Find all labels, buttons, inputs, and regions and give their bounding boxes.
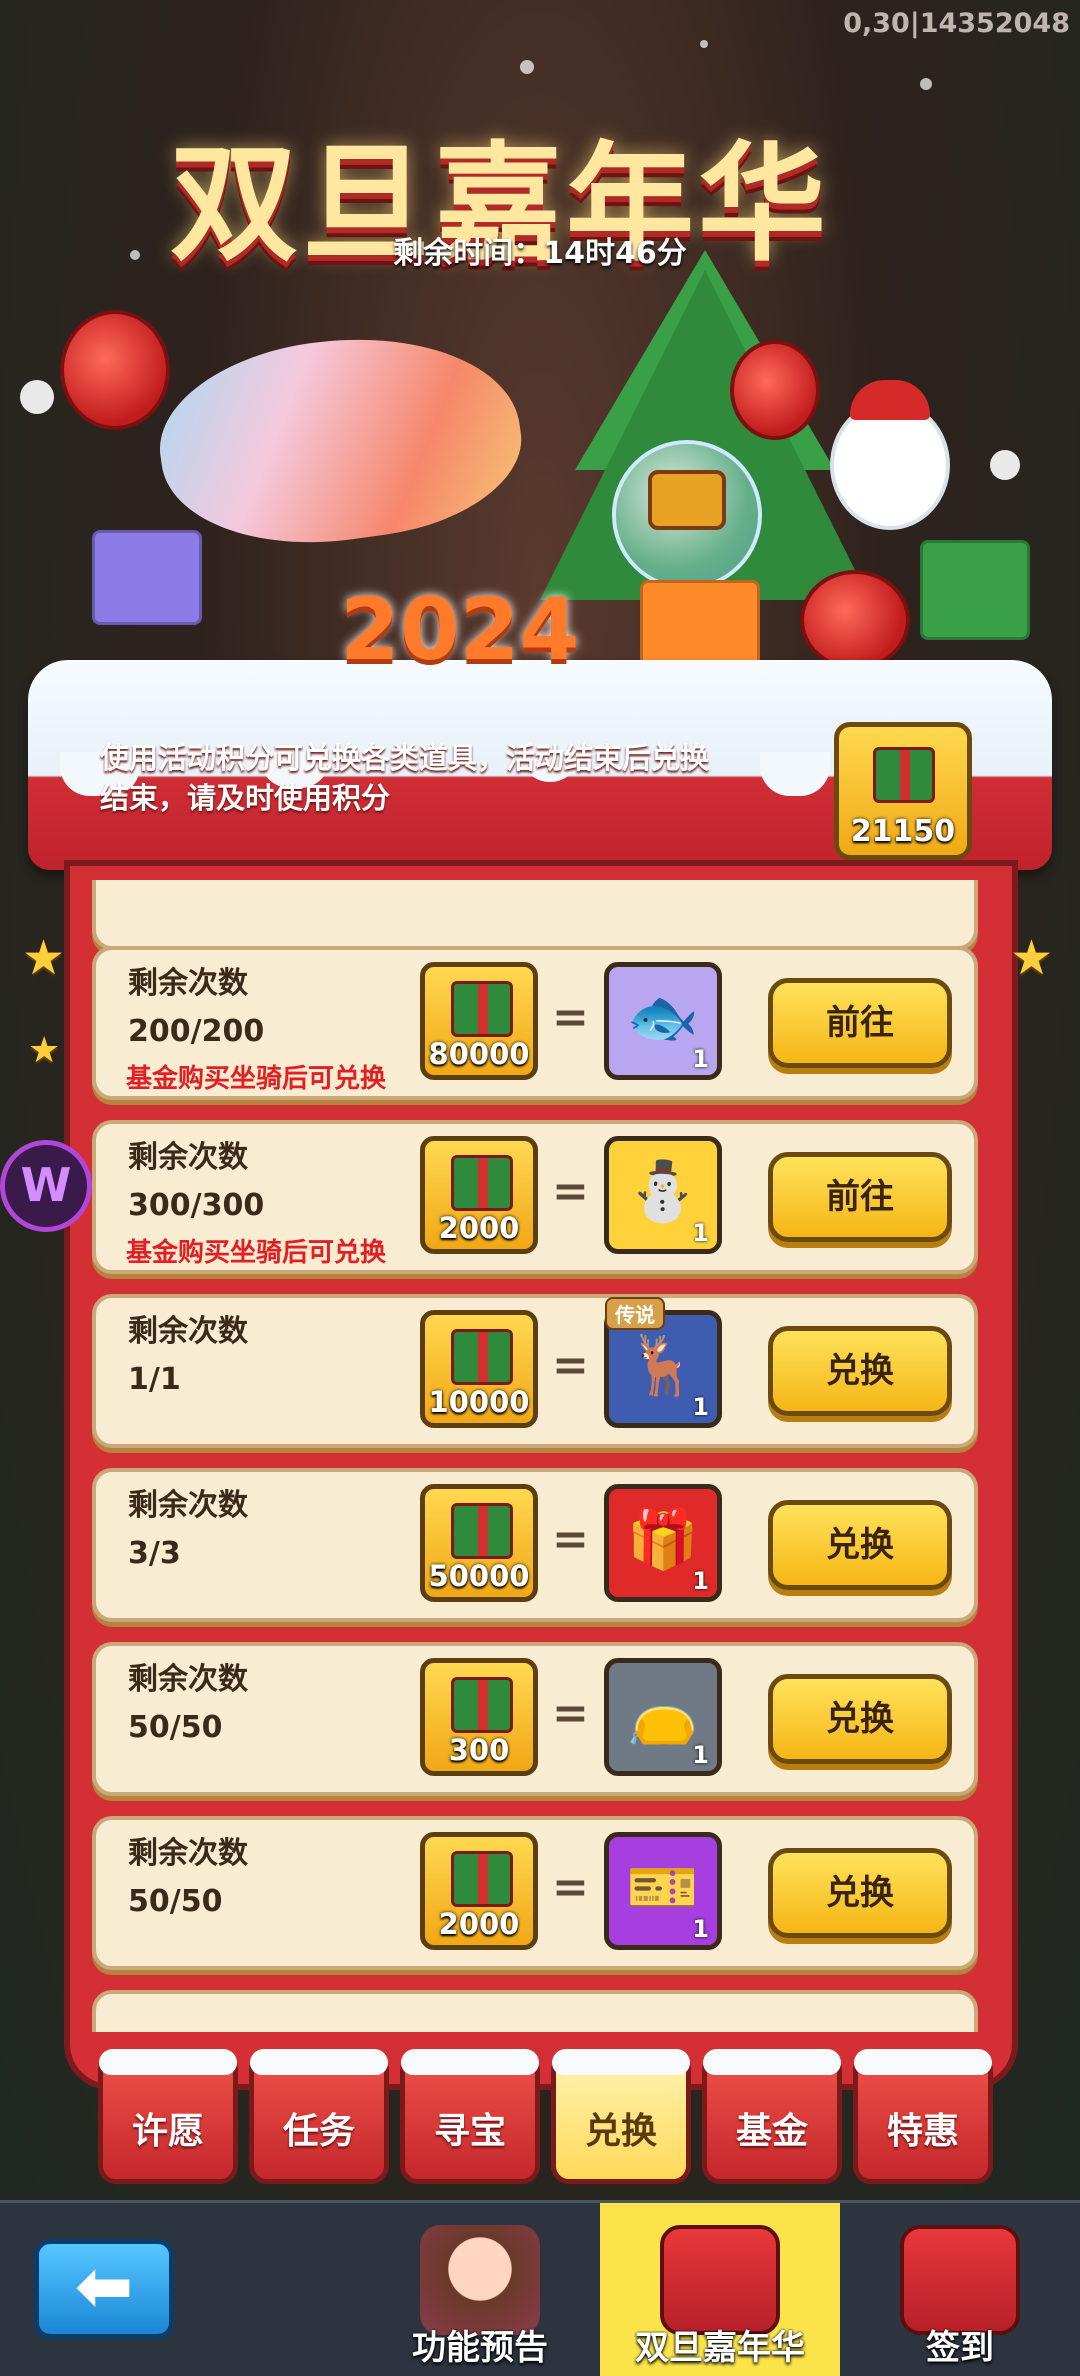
list-item: 剩余次数 50/50 300 = 👝 1 兑换: [92, 1642, 978, 1796]
points-gift-icon: [451, 1851, 513, 1907]
star-icon: ★: [1010, 930, 1054, 986]
list-item-partial: [92, 880, 978, 950]
equals-sign: =: [552, 1688, 589, 1739]
remaining-count: 剩余次数 1/1: [128, 1314, 248, 1397]
equals-sign: =: [552, 1514, 589, 1565]
exchange-button[interactable]: 兑换: [768, 1674, 952, 1764]
bottom-nav: ⬅ 功能预告 双旦嘉年华 签到: [0, 2200, 1080, 2376]
goto-button[interactable]: 前往: [768, 978, 952, 1068]
equals-sign: =: [552, 1166, 589, 1217]
fish-mount-icon[interactable]: 🐟 1: [604, 962, 722, 1080]
gift-box-icon: [920, 540, 1030, 640]
list-item-partial: [92, 1990, 978, 2032]
cost-points: 80000: [420, 962, 538, 1080]
year-2024-logo: 2024: [340, 580, 580, 680]
list-item: 剩余次数 50/50 2000 = 🎫 1 兑换: [92, 1816, 978, 1970]
signin-2024-icon: [900, 2225, 1020, 2335]
lantern-icon: [730, 340, 820, 440]
remaining-count: 剩余次数 3/3: [128, 1488, 248, 1571]
points-gift-icon: [873, 747, 935, 803]
nav-carnival[interactable]: 双旦嘉年华: [600, 2203, 840, 2376]
cost-points: 2000: [420, 1832, 538, 1950]
exchange-list[interactable]: 剩余次数 200/200 基金购买坐骑后可兑换 80000 = 🐟 1 前往 剩余次…: [92, 880, 978, 2032]
treasure-chest-icon: [648, 470, 726, 530]
points-gift-icon: [451, 1329, 513, 1385]
reindeer-sleigh-icon[interactable]: 🦌 传说 1: [604, 1297, 722, 1428]
carnival-2024-icon: [660, 2225, 780, 2335]
version-text: 0,30|14352048: [843, 8, 1070, 39]
remaining-time: 剩余时间：14时46分: [393, 236, 687, 271]
snowman-mount-icon[interactable]: ⛄ 1: [604, 1136, 722, 1254]
cost-points: 10000: [420, 1310, 538, 1428]
equals-sign: =: [552, 992, 589, 1043]
nav-feature-preview[interactable]: 功能预告: [380, 2203, 580, 2376]
exchange-button[interactable]: 兑换: [768, 1326, 952, 1416]
gift-box-icon: [92, 530, 202, 625]
list-item: 剩余次数 200/200 基金购买坐骑后可兑换 80000 = 🐟 1 前往: [92, 946, 978, 1100]
star-icon: ★: [28, 1030, 61, 1071]
category-tabs: 许愿 任务 寻宝 兑换 基金 特惠: [90, 2049, 1010, 2192]
equals-sign: =: [552, 1340, 589, 1391]
goto-button[interactable]: 前往: [768, 1152, 952, 1242]
tab-special[interactable]: 特惠: [853, 2049, 993, 2184]
remaining-count: 剩余次数 50/50: [128, 1662, 248, 1745]
w-floating-logo[interactable]: W: [0, 1140, 92, 1232]
lantern-icon: [800, 570, 910, 670]
tab-tasks[interactable]: 任务: [249, 2049, 389, 2184]
remaining-count: 剩余次数 300/300: [128, 1140, 265, 1223]
gift-box-icon: [640, 580, 760, 670]
cost-points: 50000: [420, 1484, 538, 1602]
tab-fund[interactable]: 基金: [702, 2049, 842, 2184]
legendary-badge: 传说: [605, 1297, 665, 1330]
gift-box-icon[interactable]: 🎁 1: [604, 1484, 722, 1602]
event-info-text: 使用活动积分可兑换各类道具，活动结束后兑换结束，请及时使用积分: [100, 741, 710, 815]
tab-wish[interactable]: 许愿: [98, 2049, 238, 2184]
list-item: 剩余次数 1/1 10000 = 🦌 传说 1 兑换: [92, 1294, 978, 1448]
points-gift-icon: [451, 981, 513, 1037]
nav-signin[interactable]: 签到: [860, 2203, 1060, 2376]
list-item: 剩余次数 3/3 50000 = 🎁 1 兑换: [92, 1468, 978, 1622]
points-gift-icon: [451, 1155, 513, 1211]
lantern-icon: [60, 310, 170, 430]
exchange-condition: 基金购买坐骑后可兑换: [126, 1238, 387, 1268]
points-value: 21150: [850, 814, 956, 849]
remaining-count: 剩余次数 200/200: [128, 966, 265, 1049]
points-gift-icon: [451, 1503, 513, 1559]
tab-treasure[interactable]: 寻宝: [400, 2049, 540, 2184]
equals-sign: =: [552, 1862, 589, 1913]
list-item: 剩余次数 300/300 基金购买坐骑后可兑换 2000 = ⛄ 1 前往: [92, 1120, 978, 1274]
exchange-button[interactable]: 兑换: [768, 1500, 952, 1590]
exchange-button[interactable]: 兑换: [768, 1848, 952, 1938]
star-icon: ★: [22, 930, 66, 986]
back-arrow-button[interactable]: ⬅: [34, 2239, 174, 2339]
remaining-count: 剩余次数 50/50: [128, 1836, 248, 1919]
cost-points: 300: [420, 1658, 538, 1776]
tab-exchange[interactable]: 兑换: [551, 2049, 691, 2184]
points-gift-icon: [451, 1677, 513, 1733]
lucky-bag-icon[interactable]: 👝 1: [604, 1658, 722, 1776]
points-display: 21150: [834, 722, 972, 860]
ticket-pack-icon[interactable]: 🎫 1: [604, 1832, 722, 1950]
cost-points: 2000: [420, 1136, 538, 1254]
exchange-condition: 基金购买坐骑后可兑换: [126, 1064, 387, 1094]
preview-girl-icon: [420, 2225, 540, 2335]
